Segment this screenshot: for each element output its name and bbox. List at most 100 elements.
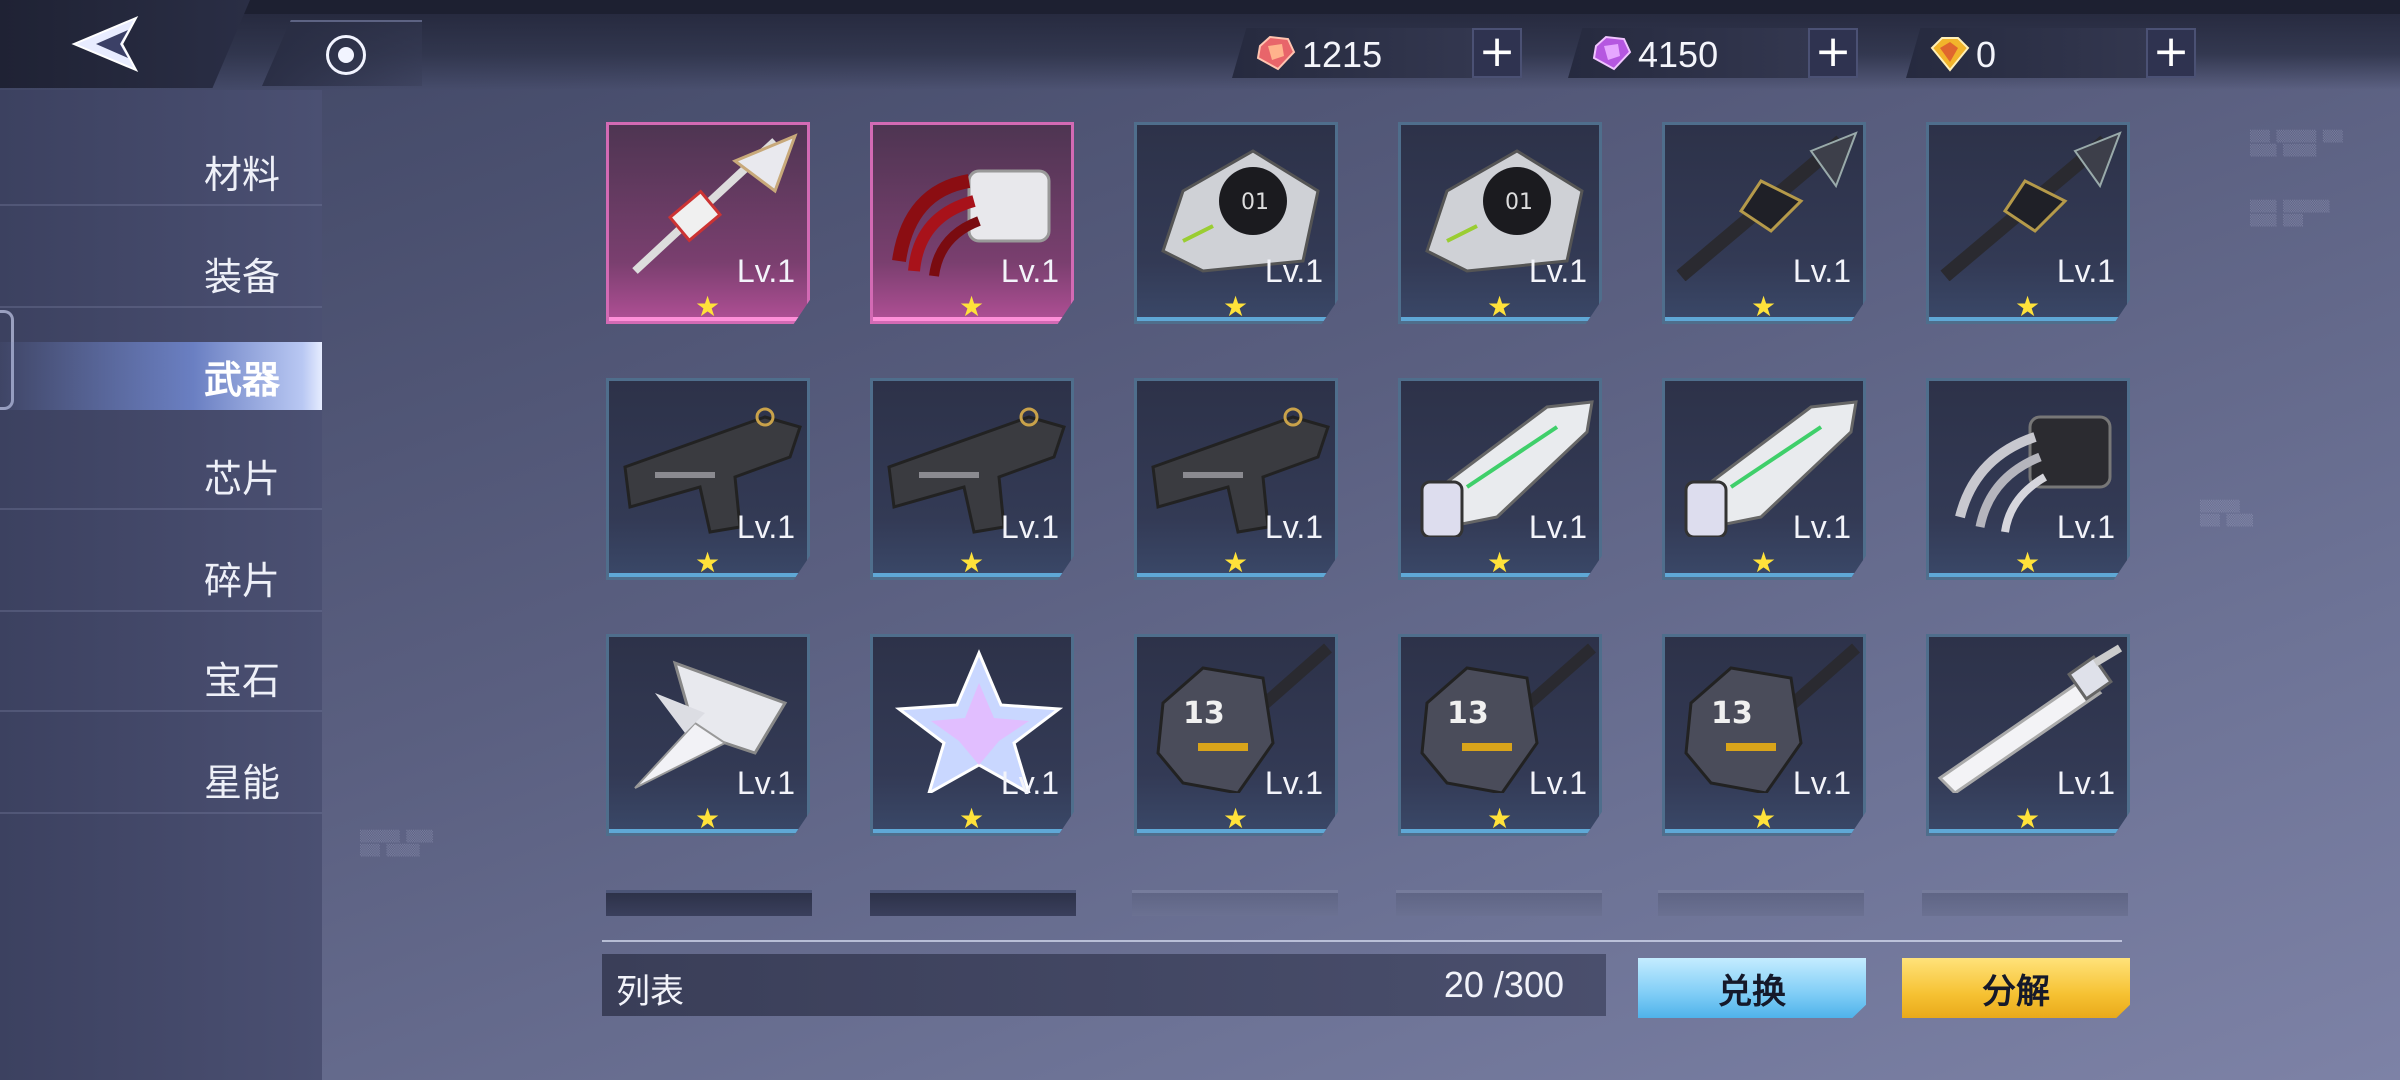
weapon-card-partial[interactable]: [870, 890, 1076, 916]
card-bottom-line: [1401, 573, 1599, 577]
sidebar-item-label: 芯片: [203, 456, 280, 501]
weapon-card[interactable]: 13 Lv.1 ★: [1134, 634, 1338, 836]
record-button[interactable]: [262, 20, 422, 86]
card-bottom-line: [609, 573, 807, 577]
card-bottom-line: [1929, 317, 2127, 321]
currency-gold: 0 +: [1906, 28, 2196, 78]
svg-text:13: 13: [1711, 696, 1753, 731]
divider: [602, 940, 2122, 942]
sidebar-item-label: 星能: [203, 760, 280, 805]
card-bottom-line: [1137, 573, 1335, 577]
weapon-level: Lv.1: [1528, 509, 1587, 545]
sidebar: 材料 装备 武器 芯片 碎片 宝石 星能: [0, 90, 322, 1080]
empty-slot: [1658, 890, 1864, 916]
sidebar-item-materials[interactable]: 材料: [0, 138, 322, 206]
red-crystal-icon: [1256, 35, 1296, 71]
weapon-level: Lv.1: [1000, 765, 1059, 801]
weapon-card[interactable]: Lv.1 ★: [606, 378, 810, 580]
sidebar-item-label: 碎片: [203, 558, 280, 603]
weapon-card[interactable]: Lv.1 ★: [606, 122, 810, 324]
add-purple-crystal-button[interactable]: +: [1808, 28, 1858, 78]
weapon-level: Lv.1: [1264, 509, 1323, 545]
currency-value: 0: [1976, 34, 1997, 75]
sidebar-item-fragments[interactable]: 碎片: [0, 544, 322, 612]
weapon-card[interactable]: Lv.1 ★: [1662, 122, 1866, 324]
sidebar-item-weapons[interactable]: 武器: [0, 342, 322, 410]
weapon-level: Lv.1: [1264, 253, 1323, 289]
card-bottom-line: [1665, 573, 1863, 577]
sidebar-item-chips[interactable]: 芯片: [0, 442, 322, 510]
weapon-card[interactable]: Lv.1 ★: [606, 634, 810, 836]
weapon-card[interactable]: Lv.1 ★: [870, 122, 1074, 324]
back-arrow-icon: [71, 15, 139, 73]
svg-text:13: 13: [1183, 696, 1225, 731]
card-bottom-line: [1665, 829, 1863, 833]
weapon-level: Lv.1: [1264, 765, 1323, 801]
svg-text:13: 13: [1447, 696, 1489, 731]
gold-gem-icon: [1930, 37, 1970, 72]
weapon-level: Lv.1: [1528, 765, 1587, 801]
svg-text:01: 01: [1241, 190, 1269, 215]
decompose-button[interactable]: 分解: [1902, 958, 2130, 1018]
sidebar-item-label: 武器: [203, 357, 280, 402]
sidebar-item-equipment[interactable]: 装备: [0, 240, 322, 308]
sidebar-item-gems[interactable]: 宝石: [0, 644, 322, 712]
inventory-count: 20 /300: [1443, 964, 1564, 1005]
weapon-level: Lv.1: [736, 253, 795, 289]
empty-slot: [1922, 890, 2128, 916]
empty-slot: [1396, 890, 1602, 916]
back-button[interactable]: [0, 0, 250, 88]
weapon-card[interactable]: Lv.1 ★: [1662, 378, 1866, 580]
weapon-level: Lv.1: [1000, 253, 1059, 289]
weapon-card[interactable]: Lv.1 ★: [1926, 378, 2130, 580]
weapon-card[interactable]: 01 Lv.1 ★: [1398, 122, 1602, 324]
card-bottom-line: [1929, 573, 2127, 577]
sidebar-item-label: 宝石: [203, 658, 280, 703]
currency-purple: 4150 +: [1568, 28, 1858, 78]
weapon-level: Lv.1: [1792, 253, 1851, 289]
top-strip: [0, 0, 2400, 14]
sidebar-item-label: 材料: [203, 152, 280, 197]
card-bottom-line: [1401, 317, 1599, 321]
sidebar-item-star-energy[interactable]: 星能: [0, 746, 322, 814]
weapon-level: Lv.1: [736, 765, 795, 801]
svg-text:01: 01: [1505, 190, 1533, 215]
weapon-card[interactable]: 13 Lv.1 ★: [1398, 634, 1602, 836]
weapon-level: Lv.1: [1792, 509, 1851, 545]
card-bottom-line: [1137, 829, 1335, 833]
weapon-card[interactable]: Lv.1 ★: [1926, 122, 2130, 324]
weapon-level: Lv.1: [2056, 765, 2115, 801]
card-bottom-line: [1401, 829, 1599, 833]
weapon-card[interactable]: 01 Lv.1 ★: [1134, 122, 1338, 324]
weapon-card[interactable]: 13 Lv.1 ★: [1662, 634, 1866, 836]
currency-red: 1215 +: [1232, 28, 1522, 78]
card-bottom-line: [873, 317, 1071, 321]
weapon-card-partial[interactable]: [606, 890, 812, 916]
card-bottom-line: [873, 829, 1071, 833]
card-bottom-line: [609, 829, 807, 833]
sidebar-item-label: 装备: [203, 254, 280, 299]
purple-crystal-icon: [1592, 35, 1632, 71]
hud-decoration: ▒▒▒ ▒▒▒▒▒▒ ▒▒▒ ▒▒▒▒ ▒▒▒▒▒: [2250, 130, 2343, 157]
top-bar: 1215 + 4150 + 0 +: [0, 0, 2400, 90]
exchange-button[interactable]: 兑换: [1638, 958, 1866, 1018]
card-bottom-line: [1137, 317, 1335, 321]
weapon-card[interactable]: Lv.1 ★: [1926, 634, 2130, 836]
hud-decoration: ▒▒▒▒ ▒▒▒▒▒▒▒ ▒▒▒▒ ▒▒▒: [2250, 200, 2330, 227]
add-gold-gem-button[interactable]: +: [2146, 28, 2196, 78]
weapon-level: Lv.1: [2056, 253, 2115, 289]
hud-decoration: ▒▒▒▒▒▒ ▒▒▒ ▒▒▒▒: [2200, 500, 2253, 527]
weapon-card[interactable]: Lv.1 ★: [1398, 378, 1602, 580]
list-label: 列表: [616, 972, 684, 1012]
weapon-card[interactable]: Lv.1 ★: [870, 378, 1074, 580]
weapon-level: Lv.1: [736, 509, 795, 545]
record-icon: [326, 35, 366, 75]
empty-slot: [1132, 890, 1338, 916]
card-bottom-line: [873, 573, 1071, 577]
weapon-card[interactable]: Lv.1 ★: [1134, 378, 1338, 580]
add-red-crystal-button[interactable]: +: [1472, 28, 1522, 78]
card-bottom-line: [1929, 829, 2127, 833]
weapon-card[interactable]: Lv.1 ★: [870, 634, 1074, 836]
weapon-level: Lv.1: [1792, 765, 1851, 801]
weapon-level: Lv.1: [1000, 509, 1059, 545]
